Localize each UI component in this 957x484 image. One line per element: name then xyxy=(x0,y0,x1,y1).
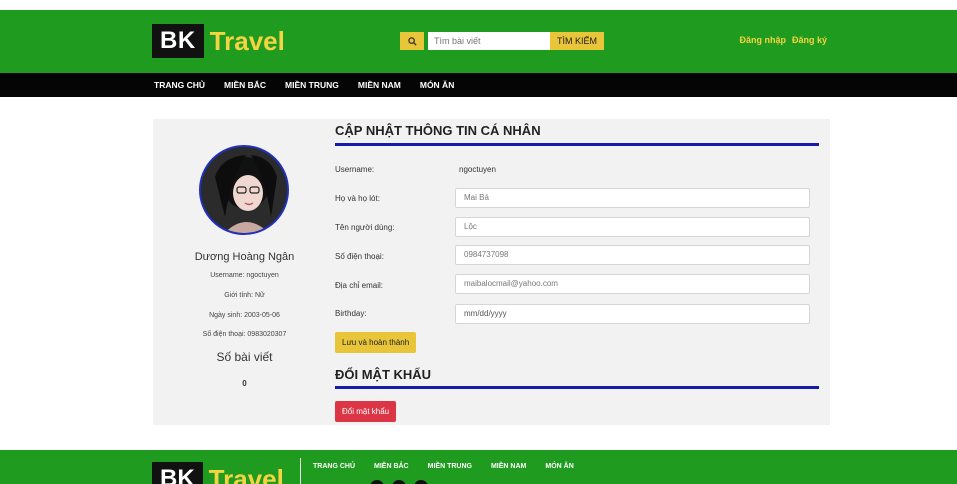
footer-nav: TRANG CHỦ MIỀN BẮC MIỀN TRUNG MIỀN NAM M… xyxy=(313,463,593,470)
phone-label: Số điện thoại: xyxy=(335,252,384,261)
profile-summary: Dương Hoàng Ngân Username: ngoctuyen Giớ… xyxy=(153,119,323,425)
profile-name: Dương Hoàng Ngân xyxy=(194,251,295,263)
search-icon xyxy=(407,36,417,46)
profile-phone: Số điện thoại: 0983020307 xyxy=(202,331,287,338)
social-icon[interactable] xyxy=(414,480,428,484)
lastname-label: Họ và họ lót: xyxy=(335,194,380,203)
update-form-divider xyxy=(335,143,819,146)
footer-logo-bk: BK xyxy=(152,462,203,484)
password-divider xyxy=(335,386,819,389)
nav-item-central[interactable]: MIỀN TRUNG xyxy=(285,80,339,90)
username-label: Username: xyxy=(335,165,375,174)
search-bar: TÌM KIẾM xyxy=(400,32,604,50)
posts-label: Số bài viết xyxy=(216,350,273,364)
username-value: ngoctuyen xyxy=(459,165,496,174)
social-icon[interactable] xyxy=(392,480,406,484)
birthday-input[interactable]: mm/dd/yyyy xyxy=(455,304,810,324)
site-header: BK Travel TÌM KIẾM Đăng nhập Đăng ký xyxy=(0,10,957,73)
search-icon-button[interactable] xyxy=(400,32,424,50)
page: BK Travel TÌM KIẾM Đăng nhập Đăng ký TRA… xyxy=(0,0,957,484)
save-button[interactable]: Lưu và hoàn thành xyxy=(335,332,417,353)
footer-nav-home[interactable]: TRANG CHỦ xyxy=(313,463,355,470)
posts-count: 0 xyxy=(242,379,247,388)
email-label: Địa chỉ email: xyxy=(335,281,384,290)
logo-travel: Travel xyxy=(209,25,285,56)
nav-item-south[interactable]: MIỀN NAM xyxy=(358,80,401,90)
change-password-button[interactable]: Đổi mật khẩu xyxy=(335,401,397,422)
firstname-label: Tên người dùng: xyxy=(335,223,395,232)
lastname-input[interactable]: Mai Bá xyxy=(455,188,810,208)
email-input[interactable]: maibalocmail@yahoo.com xyxy=(455,274,810,294)
footer-social-icons xyxy=(370,480,428,484)
footer-nav-north[interactable]: MIỀN BẮC xyxy=(374,463,409,470)
login-link[interactable]: Đăng nhập xyxy=(739,35,786,45)
nav-item-north[interactable]: MIỀN BẮC xyxy=(224,80,266,90)
profile-card: Dương Hoàng Ngân Username: ngoctuyen Giớ… xyxy=(153,119,830,425)
search-input[interactable] xyxy=(428,32,550,50)
nav-item-home[interactable]: TRANG CHỦ xyxy=(154,80,205,90)
footer-logo-travel: Travel xyxy=(208,463,284,484)
profile-username: Username: ngoctuyen xyxy=(210,272,279,279)
footer-nav-south[interactable]: MIỀN NAM xyxy=(491,463,526,470)
site-logo[interactable]: BK Travel xyxy=(152,24,285,58)
main-nav: TRANG CHỦ MIỀN BẮC MIỀN TRUNG MIỀN NAM M… xyxy=(0,73,957,97)
site-footer: BK Travel TRANG CHỦ MIỀN BẮC MIỀN TRUNG … xyxy=(0,450,957,484)
birthday-label: Birthday: xyxy=(335,309,367,318)
auth-links: Đăng nhập Đăng ký xyxy=(739,35,827,45)
logo-bk: BK xyxy=(152,24,204,58)
password-title: ĐỔI MẬT KHẨU xyxy=(335,367,432,382)
avatar-image xyxy=(201,147,287,233)
nav-item-food[interactable]: MÓN ĂN xyxy=(420,80,454,90)
footer-nav-central[interactable]: MIỀN TRUNG xyxy=(428,463,472,470)
profile-birthday: Ngày sinh: 2003-05-06 xyxy=(209,312,280,319)
social-icon[interactable] xyxy=(370,480,384,484)
firstname-input[interactable]: Lộc xyxy=(455,217,810,237)
profile-gender: Giới tính: Nữ xyxy=(224,292,265,299)
footer-logo[interactable]: BK Travel xyxy=(152,462,284,484)
search-button[interactable]: TÌM KIẾM xyxy=(550,32,604,50)
update-form-title: CẬP NHẬT THÔNG TIN CÁ NHÂN xyxy=(335,123,541,138)
footer-divider xyxy=(300,458,301,484)
avatar xyxy=(199,145,289,235)
phone-input[interactable]: 0984737098 xyxy=(455,245,810,265)
register-link[interactable]: Đăng ký xyxy=(792,35,827,45)
footer-nav-food[interactable]: MÓN ĂN xyxy=(545,463,573,470)
